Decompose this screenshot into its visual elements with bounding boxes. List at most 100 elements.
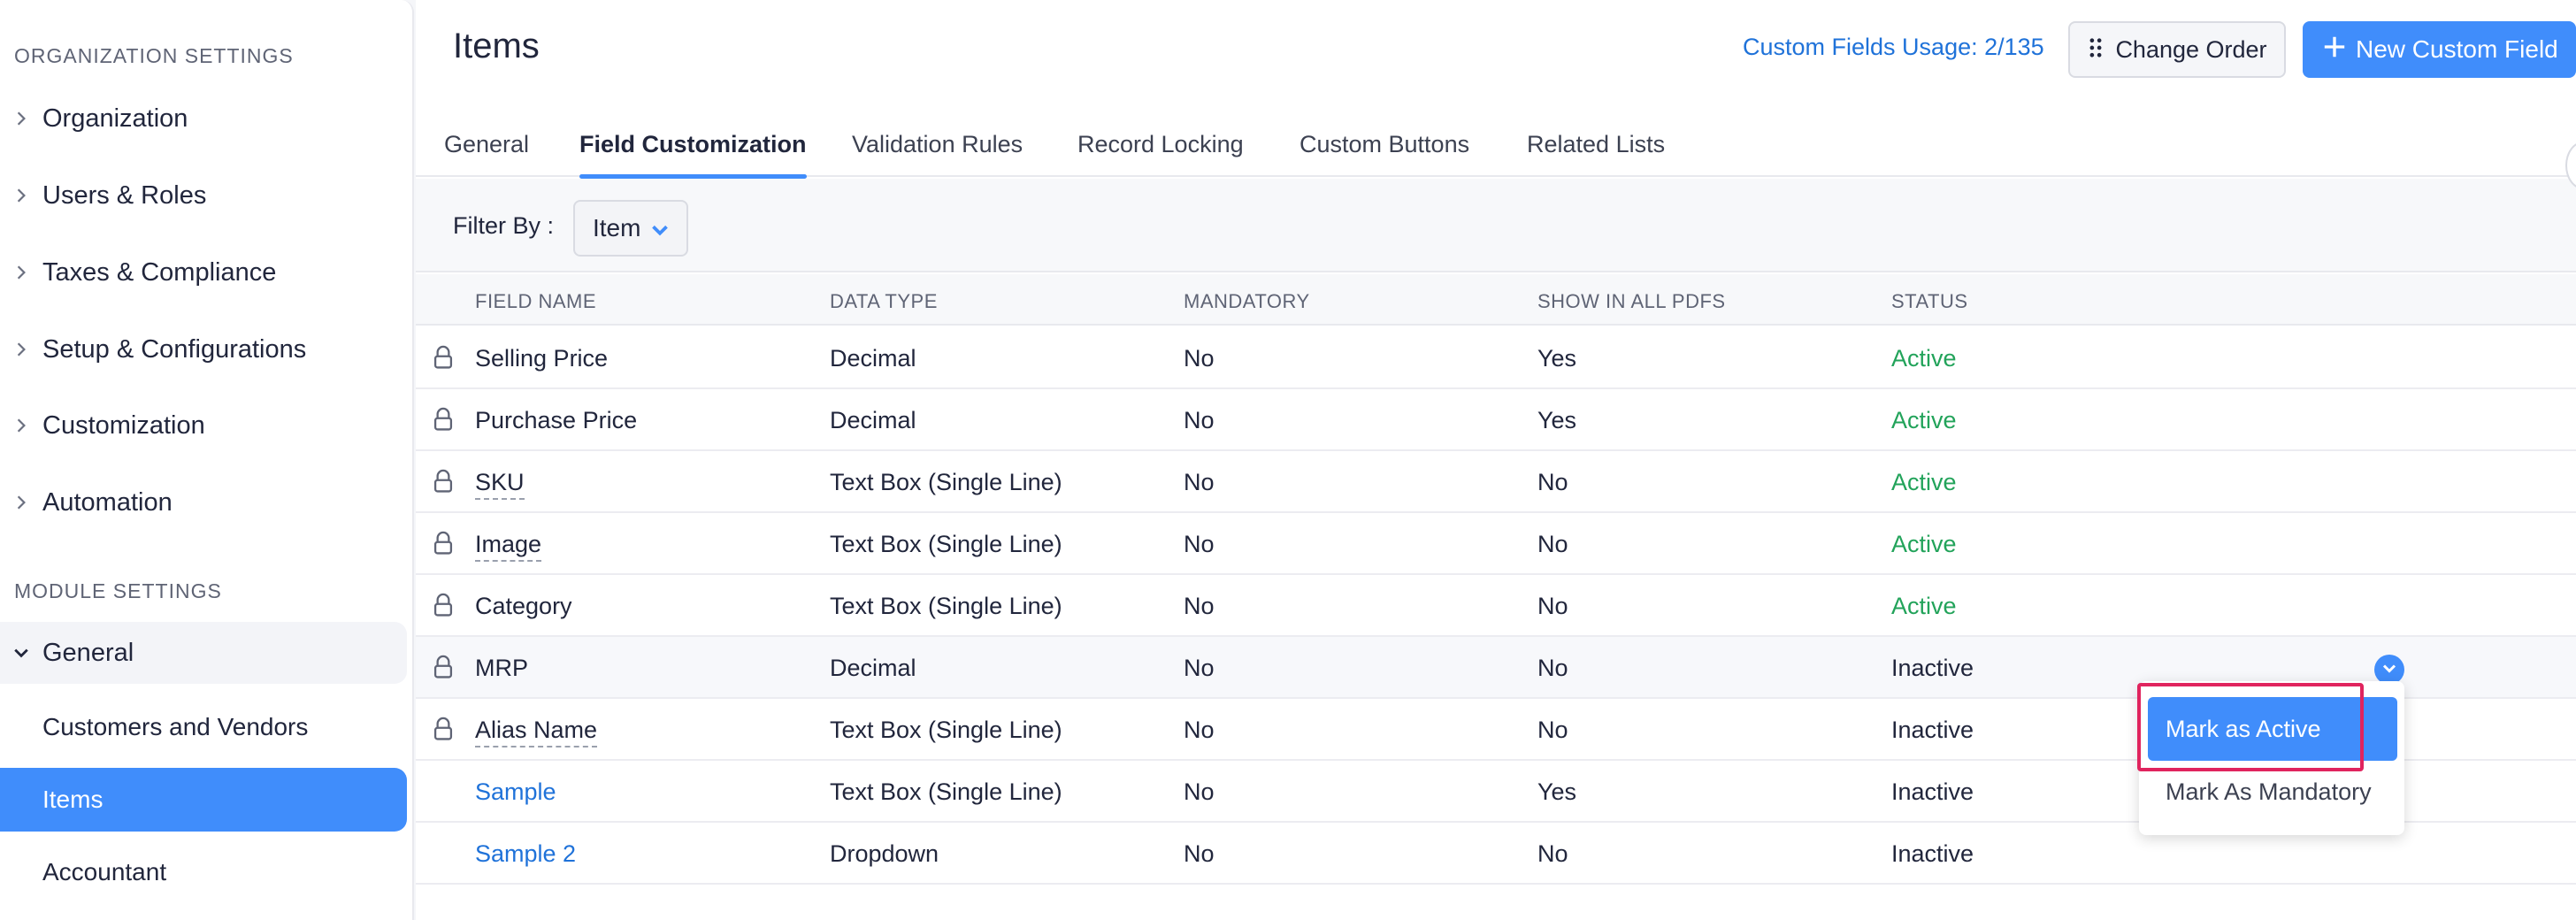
sidebar-item-label: Users & Roles (42, 180, 207, 210)
sidebar-item-label: Organization (42, 104, 188, 133)
mandatory-value: No (1184, 345, 1215, 372)
status-badge: Active (1891, 593, 1957, 619)
highlight-box (2137, 683, 2364, 771)
filter-dropdown[interactable]: Item (573, 200, 688, 257)
sidebar-item-label: Setup & Configurations (42, 334, 307, 364)
sidebar-item-automation[interactable]: Automation (0, 472, 407, 533)
sidebar-subitem-accountant[interactable]: Accountant (0, 840, 407, 904)
field-name: Selling Price (475, 345, 609, 372)
status-badge: Inactive (1891, 778, 1974, 805)
column-header-field-name: FIELD NAME (475, 290, 597, 312)
chevron-down-icon (2382, 662, 2396, 678)
lock-icon (433, 407, 453, 431)
change-order-label: Change Order (2115, 35, 2267, 63)
new-custom-field-button[interactable]: New Custom Field (2303, 21, 2576, 78)
filter-label: Filter By : (453, 212, 555, 239)
filter-bar: Filter By : Item (416, 179, 2576, 272)
mandatory-value: No (1184, 531, 1215, 557)
lock-icon (433, 531, 453, 555)
show-in-pdfs-value: No (1537, 593, 1568, 619)
mandatory-value: No (1184, 407, 1215, 433)
chevron-right-icon (0, 264, 42, 280)
sidebar-subitem-items[interactable]: Items (0, 768, 407, 832)
settings-tabs: General Field Customization Validation R… (416, 124, 2576, 179)
field-name-link[interactable]: Sample 2 (475, 840, 576, 868)
show-in-pdfs-value: No (1537, 655, 1568, 681)
mandatory-value: No (1184, 469, 1215, 495)
lock-icon (433, 469, 453, 493)
field-name: Category (475, 593, 572, 619)
field-name: Purchase Price (475, 407, 638, 433)
table-row[interactable]: Image Text Box (Single Line) No No Activ… (416, 513, 2576, 575)
module-settings-title: MODULE SETTINGS (14, 579, 222, 602)
new-custom-field-label: New Custom Field (2356, 35, 2558, 63)
mandatory-value: No (1184, 655, 1215, 681)
custom-fields-usage-link[interactable]: Custom Fields Usage: 2/135 (1743, 34, 2044, 61)
lock-icon (433, 655, 453, 678)
data-type: Decimal (830, 655, 916, 681)
show-in-pdfs-value: No (1537, 469, 1568, 495)
sidebar-item-setup-configurations[interactable]: Setup & Configurations (0, 318, 407, 380)
sidebar-item-organization[interactable]: Organization (0, 88, 407, 150)
show-in-pdfs-value: Yes (1537, 778, 1577, 805)
field-name: SKU (475, 469, 525, 500)
page-title: Items (453, 27, 540, 65)
lock-icon (433, 593, 453, 617)
field-name: Alias Name (475, 717, 598, 748)
settings-sidebar: ORGANIZATION SETTINGS Organization Users… (0, 0, 414, 920)
show-in-pdfs-value: No (1537, 717, 1568, 743)
tab-general[interactable]: General (444, 131, 529, 177)
sidebar-item-label: Customization (42, 410, 205, 440)
field-name-link[interactable]: Sample (475, 778, 556, 806)
table-row[interactable]: Category Text Box (Single Line) No No Ac… (416, 575, 2576, 637)
status-badge: Inactive (1891, 655, 1974, 681)
status-badge: Active (1891, 531, 1957, 557)
show-in-pdfs-value: Yes (1537, 407, 1577, 433)
status-badge: Active (1891, 407, 1957, 433)
show-in-pdfs-value: No (1537, 840, 1568, 867)
sidebar-item-label: General (42, 638, 134, 667)
data-type: Text Box (Single Line) (830, 531, 1062, 557)
mark-as-mandatory-menu-item[interactable]: Mark As Mandatory (2166, 778, 2372, 806)
table-row[interactable]: Purchase Price Decimal No Yes Active (416, 389, 2576, 451)
chevron-down-icon (0, 645, 42, 661)
table-row[interactable]: SKU Text Box (Single Line) No No Active (416, 451, 2576, 513)
data-type: Decimal (830, 407, 916, 433)
tab-custom-buttons[interactable]: Custom Buttons (1300, 131, 1469, 177)
data-type: Decimal (830, 345, 916, 372)
data-type: Dropdown (830, 840, 939, 867)
sidebar-item-taxes-compliance[interactable]: Taxes & Compliance (0, 242, 407, 303)
status-badge: Active (1891, 345, 1957, 372)
tab-validation-rules[interactable]: Validation Rules (852, 131, 1023, 177)
sidebar-item-users-roles[interactable]: Users & Roles (0, 165, 407, 226)
column-header-show-in-pdfs: SHOW IN ALL PDFS (1537, 290, 1726, 312)
status-badge: Inactive (1891, 840, 1974, 867)
show-in-pdfs-value: No (1537, 531, 1568, 557)
data-type: Text Box (Single Line) (830, 593, 1062, 619)
tab-related-lists[interactable]: Related Lists (1527, 131, 1665, 177)
field-name: Image (475, 531, 542, 562)
tab-field-customization[interactable]: Field Customization (579, 131, 807, 179)
mandatory-value: No (1184, 840, 1215, 867)
filter-value: Item (593, 214, 641, 242)
row-action-dropdown-button[interactable] (2374, 655, 2404, 685)
chevron-right-icon (0, 418, 42, 433)
mandatory-value: No (1184, 593, 1215, 619)
sidebar-item-customization[interactable]: Customization (0, 395, 407, 456)
status-badge: Active (1891, 469, 1957, 495)
tab-record-locking[interactable]: Record Locking (1077, 131, 1244, 177)
change-order-button[interactable]: Change Order (2068, 21, 2286, 78)
sidebar-item-general[interactable]: General (0, 622, 407, 684)
org-settings-title: ORGANIZATION SETTINGS (14, 44, 294, 67)
data-type: Text Box (Single Line) (830, 778, 1062, 805)
column-header-data-type: DATA TYPE (830, 290, 938, 312)
chevron-right-icon (0, 341, 42, 357)
status-badge: Inactive (1891, 717, 1974, 743)
sidebar-item-label: Taxes & Compliance (42, 257, 277, 287)
table-header: FIELD NAME DATA TYPE MANDATORY SHOW IN A… (416, 274, 2576, 326)
chevron-right-icon (0, 188, 42, 203)
mandatory-value: No (1184, 778, 1215, 805)
sidebar-subitem-customers-vendors[interactable]: Customers and Vendors (0, 695, 407, 759)
table-row[interactable]: Selling Price Decimal No Yes Active (416, 327, 2576, 389)
drag-dots-icon (2087, 36, 2104, 64)
